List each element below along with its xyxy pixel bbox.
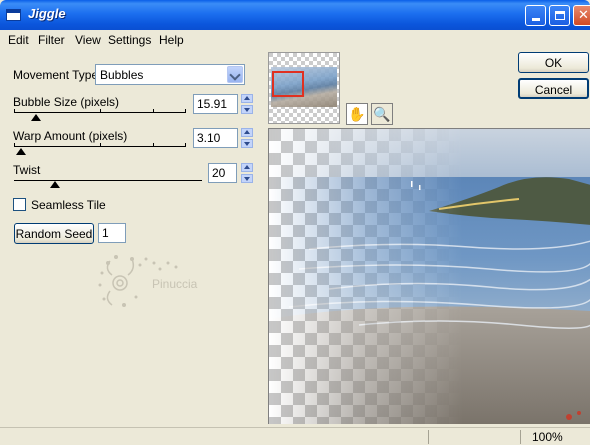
bubble-size-spinner[interactable] [241,94,253,114]
movement-type-label: Movement Type: [13,68,102,82]
menu-filter[interactable]: Filter [38,33,65,47]
window-icon [6,9,21,21]
spin-up-icon[interactable] [241,94,253,103]
maximize-button[interactable] [549,5,570,26]
menu-edit[interactable]: Edit [8,33,29,47]
bubble-size-slider-track[interactable] [14,112,186,113]
navigator-thumbnail[interactable] [268,52,340,124]
bubble-size-label: Bubble Size (pixels) [13,95,120,109]
spin-up-icon[interactable] [241,163,253,172]
twist-spinner[interactable] [241,163,253,183]
spin-down-icon[interactable] [241,105,253,114]
warp-amount-slider-track[interactable] [14,146,186,147]
movement-type-value: Bubbles [100,68,144,82]
spin-down-icon[interactable] [241,139,253,148]
title-bar: Jiggle ✕ [0,0,590,30]
preview-canvas[interactable] [268,128,590,424]
ok-button[interactable]: OK [518,52,589,73]
status-bar: 100% [0,427,590,445]
window-title: Jiggle [28,6,66,21]
warp-amount-input[interactable]: 3.10 [193,128,238,148]
warp-amount-spinner[interactable] [241,128,253,148]
twist-slider-thumb[interactable] [50,181,60,188]
minimize-button[interactable] [525,5,546,26]
movement-type-select[interactable]: Bubbles [95,64,245,85]
menu-help[interactable]: Help [159,33,184,47]
svg-text:Pinuccia: Pinuccia [152,277,198,291]
warp-amount-label: Warp Amount (pixels) [13,129,128,143]
dropdown-arrow-icon[interactable] [227,66,243,83]
twist-label: Twist [13,163,41,177]
hand-pan-icon[interactable]: ✋ [346,103,368,125]
menu-settings[interactable]: Settings [108,33,151,47]
spin-down-icon[interactable] [241,174,253,183]
menu-bar: Edit Filter View Settings Help [0,30,590,50]
seamless-tile-label: Seamless Tile [31,198,106,212]
seamless-tile-checkbox[interactable] [13,198,26,211]
magnifier-icon[interactable]: 🔍 [371,103,393,125]
cancel-button[interactable]: Cancel [518,78,589,99]
thumbnail-viewport-rect[interactable] [272,71,304,97]
twist-input[interactable]: 20 [208,163,237,183]
menu-view[interactable]: View [75,33,101,47]
twist-slider-track[interactable] [14,180,202,181]
watermark-logo: Pinuccia [90,245,220,315]
random-seed-button[interactable]: Random Seed [14,223,94,244]
random-seed-input[interactable]: 1 [98,223,126,243]
bubble-size-input[interactable]: 15.91 [193,94,238,114]
zoom-level: 100% [532,430,563,444]
spin-up-icon[interactable] [241,128,253,137]
close-button[interactable]: ✕ [573,5,590,26]
bubble-size-slider-thumb[interactable] [31,114,41,121]
warp-amount-slider-thumb[interactable] [16,148,26,155]
